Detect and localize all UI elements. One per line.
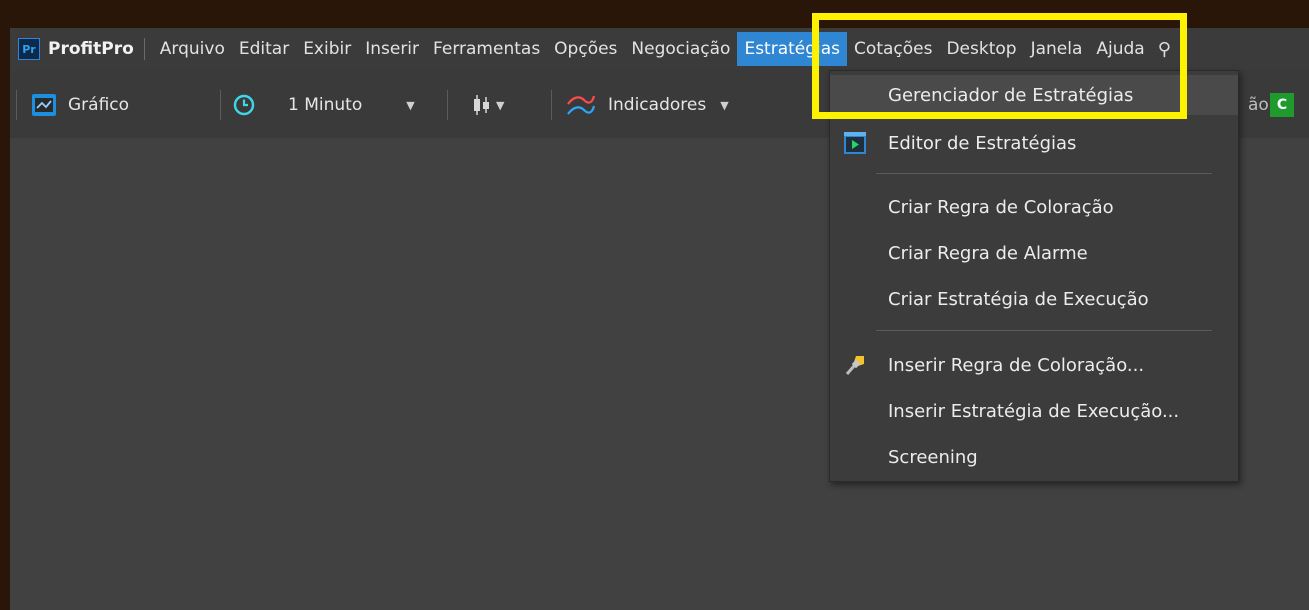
menu-ferramentas[interactable]: Ferramentas bbox=[426, 32, 547, 66]
menu-item-inserir-estrategia-execucao[interactable]: Inserir Estratégia de Execução... bbox=[830, 391, 1238, 431]
candle-type-selector[interactable]: ▼ bbox=[472, 92, 504, 118]
profitpro-logo-icon: Pr bbox=[18, 38, 40, 60]
toolbar-partial-item: ão bbox=[1248, 92, 1269, 118]
toolbar-separator bbox=[551, 90, 552, 120]
search-icon[interactable]: ⚲ bbox=[1158, 39, 1171, 60]
menu-item-label: Editor de Estratégias bbox=[888, 132, 1077, 154]
menu-desktop[interactable]: Desktop bbox=[939, 32, 1023, 66]
menu-bar: Pr ProfitPro Arquivo Editar Exibir Inser… bbox=[10, 28, 1309, 70]
app-name: ProfitPro bbox=[48, 39, 134, 59]
menu-item-screening[interactable]: Screening bbox=[830, 437, 1238, 477]
menu-estrategias[interactable]: Estratégias bbox=[737, 32, 848, 66]
chart-icon bbox=[32, 94, 56, 116]
chevron-down-icon: ▼ bbox=[496, 98, 505, 112]
menu-item-gerenciador-estrategias[interactable]: Gerenciador de Estratégias bbox=[830, 75, 1238, 115]
logo-text: Pr bbox=[22, 42, 36, 56]
menu-separator bbox=[143, 38, 145, 60]
menu-item-label: Criar Regra de Coloração bbox=[888, 196, 1114, 218]
c-badge-icon: C bbox=[1270, 93, 1294, 117]
menu-separator bbox=[876, 173, 1212, 174]
indicators-button[interactable]: Indicadores ▼ bbox=[566, 92, 729, 118]
menu-editar[interactable]: Editar bbox=[232, 32, 296, 66]
menu-janela[interactable]: Janela bbox=[1024, 32, 1090, 66]
menu-ajuda[interactable]: Ajuda bbox=[1089, 32, 1151, 66]
menu-item-label: Criar Estratégia de Execução bbox=[888, 288, 1149, 310]
menu-item-editor-estrategias[interactable]: Editor de Estratégias bbox=[830, 123, 1238, 163]
menu-inserir[interactable]: Inserir bbox=[358, 32, 426, 66]
menu-negociacao[interactable]: Negociação bbox=[624, 32, 737, 66]
menu-item-criar-regra-coloracao[interactable]: Criar Regra de Coloração bbox=[830, 187, 1238, 227]
menu-item-label: Screening bbox=[888, 446, 978, 468]
menu-item-label: Gerenciador de Estratégias bbox=[888, 84, 1134, 106]
menu-item-label: Criar Regra de Alarme bbox=[888, 242, 1088, 264]
menu-exibir[interactable]: Exibir bbox=[296, 32, 358, 66]
toolbar-separator bbox=[447, 90, 448, 120]
chevron-down-icon: ▼ bbox=[406, 98, 415, 112]
indicators-label: Indicadores bbox=[608, 95, 707, 115]
paintbrush-icon bbox=[845, 356, 864, 375]
toolbar-separator bbox=[16, 90, 17, 120]
menu-item-criar-estrategia-execucao[interactable]: Criar Estratégia de Execução bbox=[830, 279, 1238, 319]
menu-item-label: Inserir Estratégia de Execução... bbox=[888, 400, 1180, 422]
estrategias-dropdown-menu: Gerenciador de Estratégias Editor de Est… bbox=[829, 70, 1239, 482]
menu-cotacoes[interactable]: Cotações bbox=[847, 32, 939, 66]
menu-separator bbox=[876, 330, 1212, 331]
interval-selector[interactable]: 1 Minuto ▼ bbox=[232, 92, 415, 118]
toolbar-separator bbox=[220, 90, 221, 120]
chevron-down-icon: ▼ bbox=[720, 98, 729, 112]
chart-button[interactable]: Gráfico bbox=[32, 92, 129, 118]
candlestick-icon bbox=[474, 95, 489, 115]
play-icon bbox=[844, 132, 866, 154]
menu-item-label: Inserir Regra de Coloração... bbox=[888, 354, 1145, 376]
indicators-icon bbox=[567, 95, 596, 115]
menu-opcoes[interactable]: Opções bbox=[547, 32, 624, 66]
menu-arquivo[interactable]: Arquivo bbox=[153, 32, 232, 66]
green-c-button[interactable]: C bbox=[1270, 92, 1294, 118]
menu-item-criar-regra-alarme[interactable]: Criar Regra de Alarme bbox=[830, 233, 1238, 273]
menu-item-inserir-regra-coloracao[interactable]: Inserir Regra de Coloração... bbox=[830, 345, 1238, 385]
chart-button-label: Gráfico bbox=[68, 95, 130, 115]
partial-label: ão bbox=[1248, 95, 1269, 115]
clock-icon bbox=[233, 94, 255, 116]
c-badge-label: C bbox=[1276, 97, 1288, 113]
interval-label: 1 Minuto bbox=[288, 95, 363, 115]
